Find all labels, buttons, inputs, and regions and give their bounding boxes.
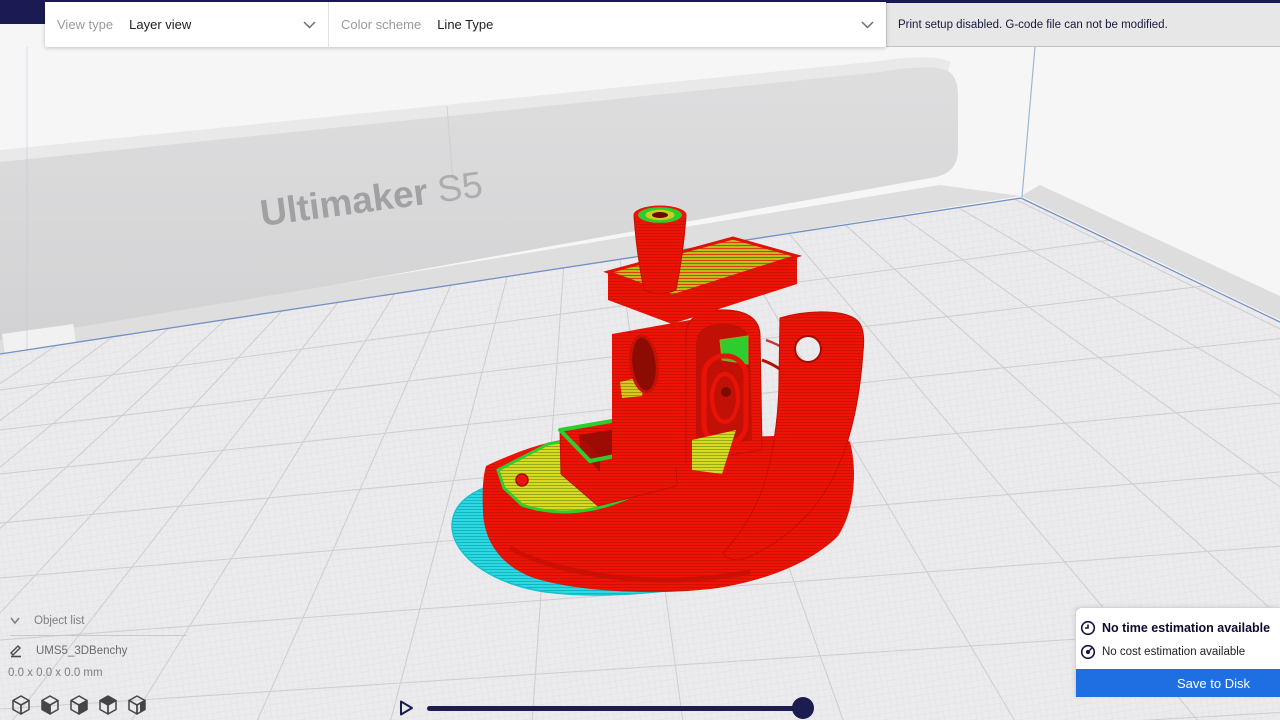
simulation-slider-handle[interactable]	[792, 697, 814, 719]
cura-preview-window: { "toolbar": { "view_type_label": "View …	[0, 0, 1280, 720]
view-right-icon[interactable]	[126, 694, 148, 716]
gcode-disabled-notice: Print setup disabled. G-code file can no…	[886, 3, 1280, 47]
play-button[interactable]	[397, 699, 415, 717]
benchy-arch	[686, 310, 762, 474]
time-estimate-text: No time estimation available	[1102, 621, 1270, 635]
view-type-dropdown[interactable]: View type Layer view	[45, 2, 328, 47]
object-list-header[interactable]: Object list	[8, 612, 198, 630]
object-list-item[interactable]: UMS5_3DBenchy	[8, 642, 198, 660]
object-list-divider	[10, 635, 187, 636]
menu-chip[interactable]	[0, 0, 45, 24]
object-list-panel: Object list UMS5_3DBenchy 0.0 x 0.0 x 0.…	[8, 612, 198, 679]
simulation-slider-track[interactable]	[427, 706, 803, 711]
view-type-label: View type	[57, 17, 113, 32]
pencil-icon	[8, 644, 24, 658]
cost-coin-icon	[1080, 644, 1096, 660]
camera-view-buttons	[10, 694, 148, 716]
chevron-down-icon	[8, 615, 22, 627]
view-top-icon[interactable]	[68, 694, 90, 716]
view-left-icon[interactable]	[97, 694, 119, 716]
object-dimensions: 0.0 x 0.0 x 0.0 mm	[8, 667, 198, 679]
preview-toolbar: View type Layer view Color scheme Line T…	[45, 2, 886, 47]
object-list-title: Object list	[34, 615, 85, 627]
cost-estimate-row: No cost estimation available	[1076, 640, 1280, 664]
color-scheme-dropdown[interactable]: Color scheme Line Type	[329, 2, 886, 47]
time-estimate-row: No time estimation available	[1076, 616, 1280, 640]
clock-icon	[1080, 620, 1096, 636]
save-to-disk-button[interactable]: Save to Disk	[1076, 669, 1280, 697]
benchy-bollard	[516, 474, 528, 486]
view-3d-icon[interactable]	[10, 694, 32, 716]
chevron-down-icon	[861, 21, 874, 29]
color-scheme-label: Color scheme	[341, 17, 421, 32]
print-estimates-panel: No time estimation available No cost est…	[1075, 607, 1280, 697]
chevron-down-icon	[303, 21, 316, 29]
benchy-cabin	[612, 320, 690, 472]
cost-estimate-text: No cost estimation available	[1102, 646, 1245, 658]
color-scheme-value: Line Type	[437, 17, 493, 32]
object-list-item-name: UMS5_3DBenchy	[36, 645, 127, 657]
view-front-icon[interactable]	[39, 694, 61, 716]
view-type-value: Layer view	[129, 17, 191, 32]
notice-text: Print setup disabled. G-code file can no…	[898, 19, 1168, 31]
